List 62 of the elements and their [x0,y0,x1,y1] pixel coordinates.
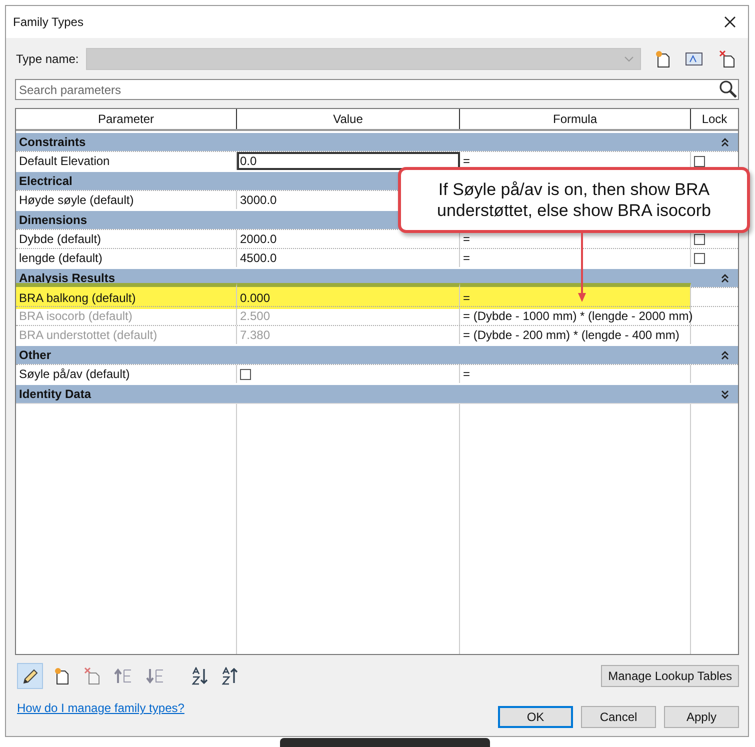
formula-text: = [463,251,470,265]
move-down-icon[interactable] [146,668,164,684]
parameter-name: BRA isocorb (default) [19,309,132,323]
new-document-icon[interactable] [54,667,70,685]
form-icon[interactable] [685,52,703,66]
group-name: Identity Data [19,387,92,401]
value-field[interactable]: 0.0 [237,152,460,170]
group-name: Dimensions [19,213,88,227]
parameter-name: Søyle på/av (default) [19,367,130,381]
formula-text: = [463,154,470,168]
manage-lookup-tables-button[interactable]: Manage Lookup Tables [601,665,739,687]
formula-text: = (Dybde - 1000 mm) * (lengde - 2000 mm) [463,309,693,323]
formula-text: = [463,232,470,246]
expand-icon[interactable] [720,388,730,400]
parameter-value: 3000.0 [240,193,277,207]
column-header[interactable]: Formula [460,109,691,129]
window-title: Family Types [13,15,84,29]
parameter-name: BRA balkong (default) [19,291,136,305]
column-header[interactable]: Parameter [16,109,237,129]
group-header[interactable]: Identity Data [16,383,738,403]
sort-descending-icon[interactable] [222,667,238,685]
delete-document-icon[interactable] [719,50,735,68]
search-icon[interactable] [719,80,737,98]
group-header[interactable]: Constraints [16,131,738,151]
dialog-button[interactable]: Apply [664,706,739,728]
formula-text: = [463,291,470,305]
parameter-value: 2.500 [240,309,270,323]
collapse-icon[interactable] [720,350,730,360]
parameter-value: 7.380 [240,328,270,342]
formula-text: = (Dybde - 200 mm) * (lengde - 400 mm) [463,328,680,342]
collapse-icon[interactable] [720,136,730,148]
chevron-down-icon [624,56,634,62]
column-header[interactable]: Value [237,109,460,129]
parameter-value: 0.000 [240,291,270,305]
parameter-name: Dybde (default) [19,232,102,246]
move-up-icon[interactable] [114,668,132,684]
close-icon[interactable] [724,16,736,28]
checkbox[interactable] [240,368,251,380]
dialog-button[interactable]: OK [498,706,573,728]
lock-checkbox[interactable] [694,234,705,244]
search-field[interactable]: Search parameters [15,79,739,100]
group-name: Electrical [19,174,72,188]
parameter-value: 2000.0 [240,232,277,246]
parameter-name: BRA understottet (default) [19,328,158,342]
lock-checkbox[interactable] [694,252,705,264]
dialog-button[interactable]: Cancel [581,706,656,728]
group-name: Other [19,348,52,362]
type-name-label: Type name: [15,52,80,66]
new-document-icon[interactable] [655,50,671,68]
column-header[interactable]: Lock [691,109,738,129]
group-name: Constraints [19,135,86,149]
group-name: Analysis Results [19,271,116,285]
parameter-value: 4500.0 [240,251,277,265]
collapse-icon[interactable] [720,272,730,284]
group-header[interactable]: Other [16,344,738,364]
help-link[interactable]: How do I manage family types? [15,701,184,715]
sort-ascending-icon[interactable] [192,667,208,685]
formula-text: = [463,367,470,381]
parameter-name: Default Elevation [19,154,110,168]
lock-checkbox[interactable] [694,156,705,166]
parameter-name: Høyde søyle (default) [19,193,134,207]
parameter-name: lengde (default) [19,251,102,265]
